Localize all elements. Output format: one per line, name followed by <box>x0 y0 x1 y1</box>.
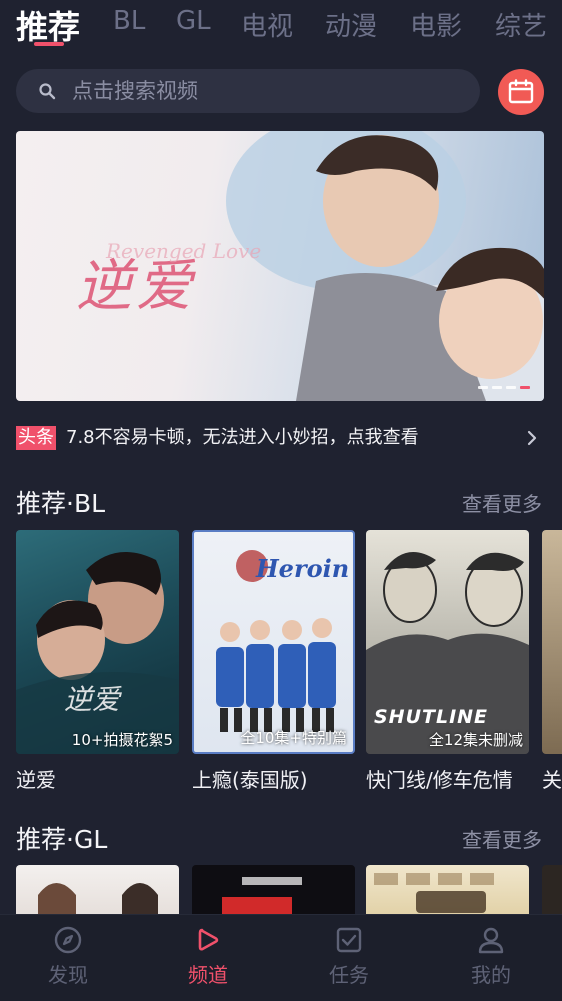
news-ticker[interactable]: 头条 7.8不容易卡顿，无法进入小妙招，点我查看 <box>16 424 544 452</box>
nav-label: 发现 <box>48 963 88 987</box>
task-check-icon <box>336 927 362 953</box>
section-title-bl: 推荐·BL <box>16 489 106 518</box>
tab-variety[interactable]: 综艺 <box>495 6 547 43</box>
headline-tag: 头条 <box>16 426 56 450</box>
nav-label: 任务 <box>329 963 369 987</box>
banner-dot[interactable] <box>506 386 516 389</box>
nav-tasks[interactable]: 任务 <box>304 925 394 988</box>
episode-badge: 全10集+特别篇 <box>240 729 347 747</box>
top-tab-bar: 推荐 BL GL 电视 动漫 电影 综艺 <box>0 0 562 56</box>
banner-pagination <box>478 386 530 389</box>
video-card[interactable] <box>542 865 562 915</box>
tab-gl[interactable]: GL <box>176 6 211 36</box>
bl-card-row: 逆爱 10+拍摄花絮5 逆爱 Heroin 全10集+特别篇 上瘾(泰国版) S… <box>16 530 562 800</box>
play-icon <box>198 928 219 951</box>
nav-discover[interactable]: 发现 <box>23 925 113 988</box>
search-input[interactable] <box>72 69 462 113</box>
video-card[interactable]: SHUTLINE 全12集未删减 快门线/修车危情 <box>366 530 529 792</box>
banner-dot[interactable] <box>478 386 488 389</box>
poster-image <box>374 873 494 913</box>
video-card[interactable]: Heroin 全10集+特别篇 上瘾(泰国版) <box>192 530 355 792</box>
section-title-gl: 推荐·GL <box>16 825 108 854</box>
nav-profile[interactable]: 我的 <box>446 925 536 988</box>
episode-badge: 全12集未删减 <box>428 731 523 749</box>
video-card[interactable] <box>16 865 179 915</box>
gl-card-row <box>16 865 562 915</box>
tab-movie[interactable]: 电影 <box>410 6 462 43</box>
poster-image <box>222 877 302 915</box>
ticker-text: 7.8不容易卡顿，无法进入小妙招，点我查看 <box>66 427 419 448</box>
banner-dot[interactable] <box>492 386 502 389</box>
episode-badge: 10+拍摄花絮5 <box>71 731 173 749</box>
poster-title-art: 逆爱 <box>64 683 121 716</box>
banner-dot-active[interactable] <box>520 386 530 389</box>
tab-bl[interactable]: BL <box>113 6 145 36</box>
tab-tv[interactable]: 电视 <box>241 6 293 43</box>
banner-subtitle-art: Revenged Love <box>106 239 262 263</box>
tab-anime[interactable]: 动漫 <box>325 6 377 43</box>
compass-icon <box>54 926 82 954</box>
nav-label: 频道 <box>188 963 228 987</box>
poster-title-art: SHUTLINE <box>374 706 489 728</box>
card-title: 上瘾(泰国版) <box>192 768 308 792</box>
hero-banner[interactable]: 逆爱 Revenged Love <box>16 131 544 401</box>
bottom-nav-bar: 发现 频道 任务 我的 <box>0 914 562 1001</box>
poster-image: Heroin 全10集+特别篇 <box>192 530 355 754</box>
video-card[interactable]: 关 <box>542 530 562 792</box>
nav-channel[interactable]: 频道 <box>163 925 253 988</box>
video-card[interactable]: 逆爱 10+拍摄花絮5 逆爱 <box>16 530 179 792</box>
card-title: 关 <box>542 768 562 792</box>
poster-image <box>38 883 158 915</box>
chevron-right-icon[interactable] <box>526 430 538 446</box>
video-card[interactable] <box>192 865 355 915</box>
search-bar[interactable] <box>16 69 480 113</box>
poster-image: SHUTLINE 全12集未删减 <box>366 530 529 754</box>
more-link-bl[interactable]: 查看更多 <box>462 488 542 517</box>
card-title: 逆爱 <box>16 768 56 792</box>
calendar-icon <box>508 79 534 104</box>
user-icon <box>478 927 504 954</box>
search-icon <box>39 83 56 100</box>
more-link-gl[interactable]: 查看更多 <box>462 824 542 853</box>
calendar-button[interactable] <box>498 69 544 115</box>
nav-label: 我的 <box>471 963 511 987</box>
video-card[interactable] <box>366 865 529 915</box>
poster-title-art: Heroin <box>256 554 350 583</box>
poster-image <box>542 530 562 754</box>
active-tab-indicator <box>34 42 64 46</box>
poster-image: 逆爱 10+拍摄花絮5 <box>16 530 179 754</box>
card-title: 快门线/修车危情 <box>366 768 513 792</box>
